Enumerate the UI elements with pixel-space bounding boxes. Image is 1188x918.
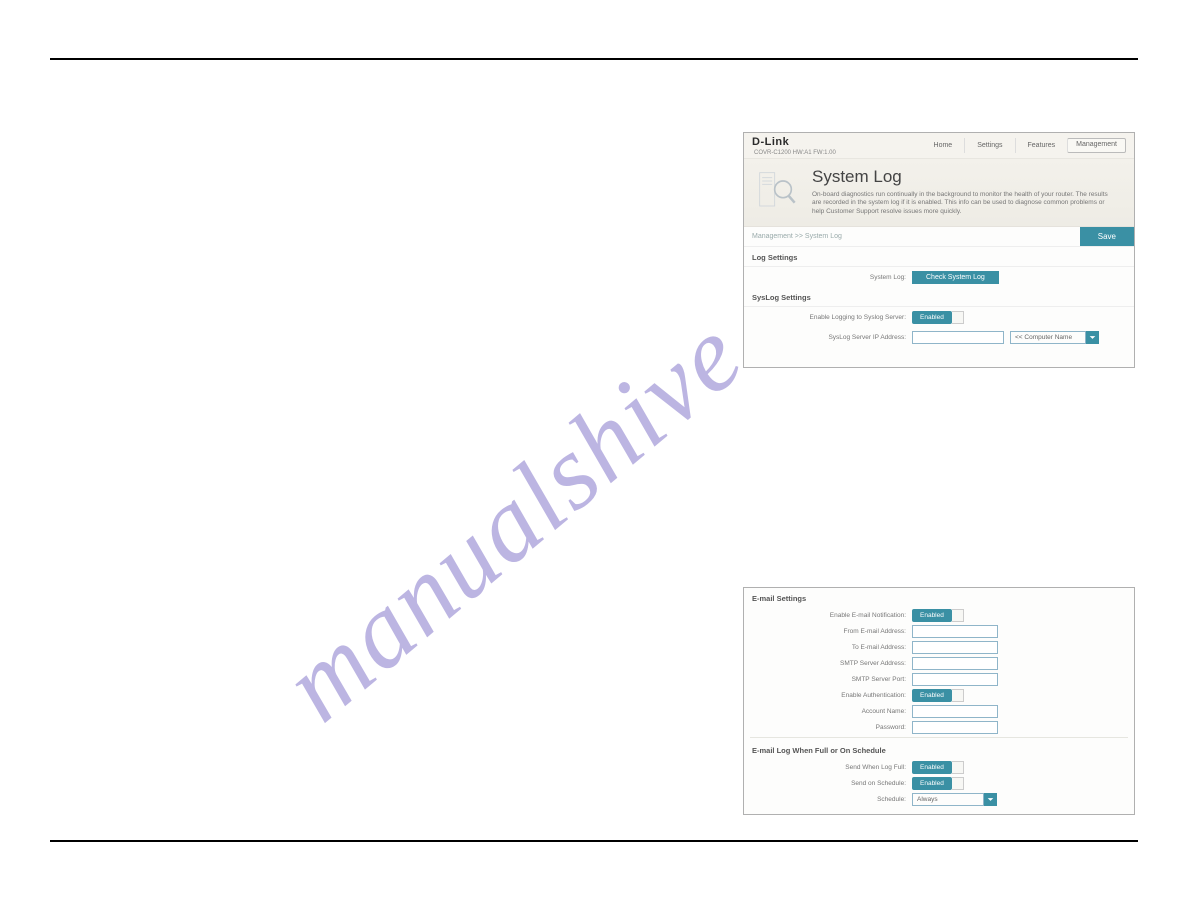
page-description: On-board diagnostics run continually in …	[812, 191, 1112, 216]
brand-logo: D-Link	[752, 136, 836, 148]
email-log-full-header: E-mail Log When Full or On Schedule	[744, 740, 1134, 759]
screenshot-email-settings: E-mail Settings Enable E-mail Notificati…	[743, 587, 1135, 815]
enable-auth-label: Enable Authentication:	[752, 692, 912, 699]
chevron-down-icon	[1086, 331, 1099, 344]
page-top-rule	[50, 58, 1138, 60]
syslog-ip-row: SysLog Server IP Address: << Computer Na…	[744, 327, 1134, 347]
divider	[750, 737, 1128, 738]
syslog-ip-label: SysLog Server IP Address:	[752, 334, 912, 341]
password-row: Password:	[744, 719, 1134, 735]
breadcrumb: Management >> System Log	[744, 229, 1080, 244]
send-on-schedule-toggle[interactable]: Enabled	[912, 777, 964, 790]
nav-management[interactable]: Management	[1067, 138, 1126, 153]
computer-name-dropdown[interactable]: << Computer Name	[1010, 331, 1099, 344]
enable-logging-toggle[interactable]: Enabled	[912, 311, 964, 324]
enable-email-label: Enable E-mail Notification:	[752, 612, 912, 619]
log-settings-header: Log Settings	[744, 247, 1134, 267]
enabled-chip: Enabled	[912, 761, 952, 774]
syslog-settings-header: SysLog Settings	[744, 287, 1134, 307]
system-log-label: System Log:	[752, 274, 912, 281]
enabled-chip: Enabled	[912, 311, 952, 324]
enabled-chip: Enabled	[912, 689, 952, 702]
chevron-down-icon	[984, 793, 997, 806]
toggle-trail	[952, 689, 964, 702]
smtp-address-input[interactable]	[912, 657, 998, 670]
nav-links: Home Settings Features Management	[922, 138, 1126, 153]
computer-name-value: << Computer Name	[1010, 331, 1086, 344]
toggle-trail	[952, 777, 964, 790]
syslog-ip-input[interactable]	[912, 331, 1004, 344]
router-header-bar: D-Link COVR-C1200 HW:A1 FW:1.00 Home Set…	[744, 133, 1134, 159]
send-when-full-row: Send When Log Full: Enabled	[744, 759, 1134, 775]
breadcrumb-row: Management >> System Log Save	[744, 227, 1134, 247]
model-firmware: COVR-C1200 HW:A1 FW:1.00	[754, 150, 836, 156]
smtp-address-row: SMTP Server Address:	[744, 655, 1134, 671]
from-email-row: From E-mail Address:	[744, 623, 1134, 639]
password-input[interactable]	[912, 721, 998, 734]
enabled-chip: Enabled	[912, 609, 952, 622]
nav-features[interactable]: Features	[1015, 138, 1068, 153]
nav-home[interactable]: Home	[922, 138, 965, 153]
toggle-trail	[952, 761, 964, 774]
system-log-row: System Log: Check System Log	[744, 267, 1134, 287]
toggle-trail	[952, 609, 964, 622]
send-on-schedule-label: Send on Schedule:	[752, 780, 912, 787]
enable-email-row: Enable E-mail Notification: Enabled	[744, 607, 1134, 623]
to-email-label: To E-mail Address:	[752, 644, 912, 651]
enable-logging-row: Enable Logging to Syslog Server: Enabled	[744, 307, 1134, 327]
enable-email-toggle[interactable]: Enabled	[912, 609, 964, 622]
send-when-full-toggle[interactable]: Enabled	[912, 761, 964, 774]
page-bottom-rule	[50, 840, 1138, 842]
to-email-row: To E-mail Address:	[744, 639, 1134, 655]
schedule-dropdown[interactable]: Always	[912, 793, 997, 806]
account-name-input[interactable]	[912, 705, 998, 718]
enabled-chip: Enabled	[912, 777, 952, 790]
magnifier-icon	[754, 167, 802, 215]
enable-auth-toggle[interactable]: Enabled	[912, 689, 964, 702]
account-name-label: Account Name:	[752, 708, 912, 715]
schedule-label: Schedule:	[752, 796, 912, 803]
nav-settings[interactable]: Settings	[964, 138, 1014, 153]
account-name-row: Account Name:	[744, 703, 1134, 719]
smtp-port-input[interactable]	[912, 673, 998, 686]
enable-auth-row: Enable Authentication: Enabled	[744, 687, 1134, 703]
send-when-full-label: Send When Log Full:	[752, 764, 912, 771]
smtp-port-label: SMTP Server Port:	[752, 676, 912, 683]
send-on-schedule-row: Send on Schedule: Enabled	[744, 775, 1134, 791]
enable-logging-label: Enable Logging to Syslog Server:	[752, 314, 912, 321]
page-title: System Log	[812, 167, 1112, 187]
from-email-label: From E-mail Address:	[752, 628, 912, 635]
save-button[interactable]: Save	[1080, 227, 1134, 246]
schedule-row: Schedule: Always	[744, 791, 1134, 807]
page-title-bar: System Log On-board diagnostics run cont…	[744, 159, 1134, 227]
to-email-input[interactable]	[912, 641, 998, 654]
password-label: Password:	[752, 724, 912, 731]
email-settings-header: E-mail Settings	[744, 588, 1134, 607]
from-email-input[interactable]	[912, 625, 998, 638]
smtp-address-label: SMTP Server Address:	[752, 660, 912, 667]
schedule-value: Always	[912, 793, 984, 806]
smtp-port-row: SMTP Server Port:	[744, 671, 1134, 687]
screenshot-system-log: D-Link COVR-C1200 HW:A1 FW:1.00 Home Set…	[743, 132, 1135, 368]
check-system-log-button[interactable]: Check System Log	[912, 271, 999, 284]
toggle-trail	[952, 311, 964, 324]
